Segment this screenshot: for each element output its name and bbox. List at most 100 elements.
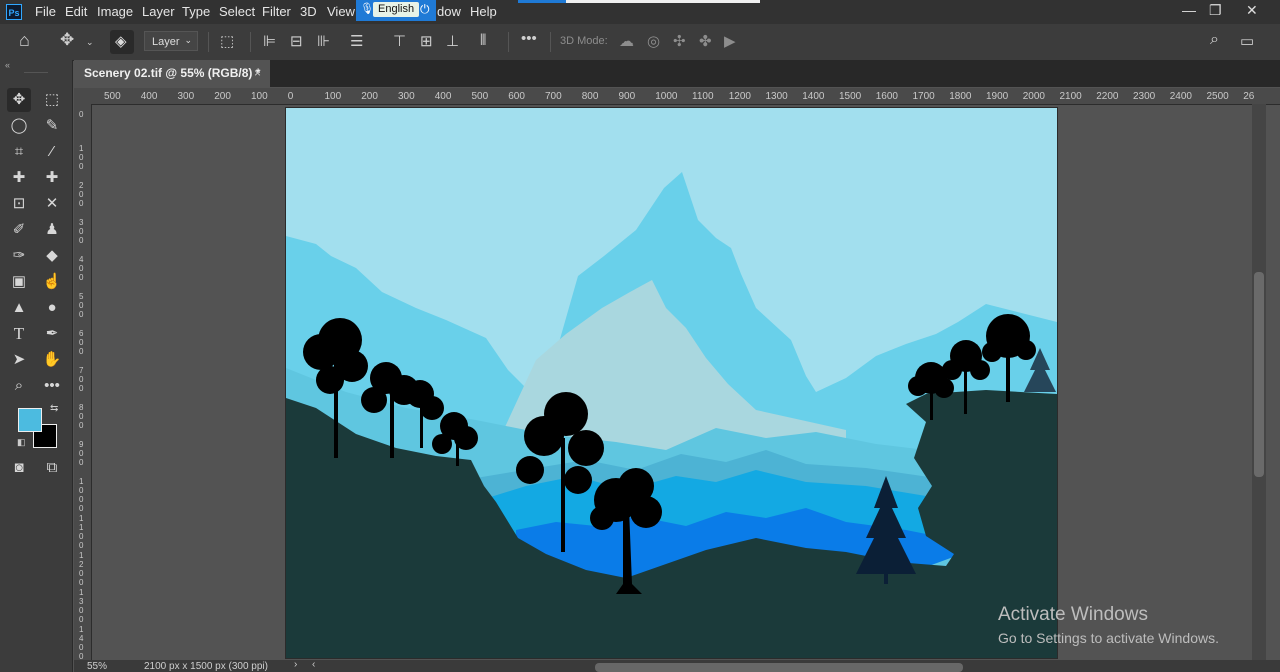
smudge-tool-icon[interactable]: ☝: [40, 270, 64, 294]
eraser-tool-icon[interactable]: ◆: [40, 244, 64, 268]
ruler-label: 1400: [79, 625, 84, 660]
hand-tool-icon[interactable]: ✋: [40, 348, 64, 372]
auto-select-toggle[interactable]: ◈: [110, 30, 134, 54]
ruler-label: 500: [79, 292, 84, 319]
horizontal-scroll-thumb[interactable]: [595, 663, 963, 672]
history-brush-tool-icon[interactable]: ✑: [7, 244, 31, 268]
align-right-icon[interactable]: ⊪: [317, 32, 330, 50]
ruler-tick-label: 1400: [802, 91, 825, 102]
dodge-tool-icon[interactable]: ●: [40, 296, 64, 320]
more-tools-icon[interactable]: •••: [40, 374, 64, 398]
distribute-icon[interactable]: ☰: [350, 32, 363, 50]
roll-3d-icon[interactable]: ◎: [647, 32, 660, 50]
microphone-icon[interactable]: 🎙: [360, 2, 374, 15]
menu-layer[interactable]: Layer: [142, 4, 175, 19]
move-tool-icon[interactable]: ✥: [7, 88, 31, 112]
clone-stamp-tool-icon[interactable]: ♟: [40, 218, 64, 242]
menu-3d[interactable]: 3D: [300, 4, 317, 19]
quick-mask-icon[interactable]: ◙: [7, 456, 31, 480]
document-canvas[interactable]: [286, 108, 1057, 658]
spot-healing-tool-icon[interactable]: ✚: [7, 166, 31, 190]
content-aware-move-tool-icon[interactable]: ✕: [40, 192, 64, 216]
minimize-icon[interactable]: —: [1182, 2, 1196, 18]
menu-image[interactable]: Image: [97, 4, 133, 19]
brush-tool-icon[interactable]: ✐: [7, 218, 31, 242]
default-colors-icon[interactable]: ◧: [17, 437, 26, 448]
vertical-ruler[interactable]: 0 100 200 300 400 500 600 700 800 900 10…: [74, 104, 92, 660]
horizontal-ruler[interactable]: 500 400 300 200 100 0 100 200 300 400 500 600 700 800…: [92, 88, 1280, 105]
ruler-tick-label: 2400: [1169, 91, 1192, 102]
align-top-icon[interactable]: ⊤: [393, 32, 406, 50]
divider: [208, 32, 209, 52]
chevron-left-icon[interactable]: ‹: [312, 659, 315, 670]
pen-tool-icon[interactable]: ✒: [40, 322, 64, 346]
gradient-tool-icon[interactable]: ▣: [7, 270, 31, 294]
document-tab-title: Scenery 02.tif @ 55% (RGB/8) *: [84, 66, 261, 80]
more-options-icon[interactable]: •••: [521, 30, 537, 47]
align-center-icon[interactable]: ⊟: [290, 32, 303, 50]
home-icon[interactable]: ⌂: [19, 30, 30, 51]
move-tool-icon[interactable]: ✥: [60, 30, 74, 50]
ruler-tick-label: 200: [361, 91, 378, 102]
crop-tool-icon[interactable]: ⌗: [7, 140, 31, 164]
transform-controls-icon[interactable]: ⬚: [220, 32, 234, 50]
power-icon[interactable]: ⏻: [420, 2, 430, 17]
align-middle-icon[interactable]: ⊞: [420, 32, 433, 50]
healing-brush-tool-icon[interactable]: ✚: [40, 166, 64, 190]
ruler-tick-label: 1700: [912, 91, 935, 102]
slide-3d-icon[interactable]: ✤: [699, 32, 712, 50]
close-tab-icon[interactable]: ×: [254, 60, 261, 87]
auto-select-target-dropdown[interactable]: Layer ⌄: [144, 31, 198, 51]
frame-tool-icon[interactable]: ⊡: [7, 192, 31, 216]
distribute-vertical-icon[interactable]: ⫴: [480, 32, 486, 49]
language-toolbar[interactable]: 🎙 English ⏻: [356, 0, 436, 21]
align-bottom-icon[interactable]: ⊥: [446, 32, 459, 50]
chevron-down-icon: ⌄: [184, 35, 192, 45]
swap-colors-icon[interactable]: ⇆: [50, 403, 58, 414]
photoshop-logo[interactable]: Ps: [6, 4, 22, 20]
menu-file[interactable]: File: [35, 4, 56, 19]
quick-select-tool-icon[interactable]: ✎: [40, 114, 64, 138]
menu-help[interactable]: Help: [470, 4, 497, 19]
scale-3d-icon[interactable]: ▶: [724, 32, 736, 50]
eyedropper-tool-icon[interactable]: ⁄: [40, 140, 64, 164]
chevron-down-icon[interactable]: ⌄: [86, 37, 94, 48]
sharpen-tool-icon[interactable]: ▲: [7, 296, 31, 320]
restore-icon[interactable]: ❐: [1209, 2, 1222, 19]
menu-select[interactable]: Select: [219, 4, 255, 19]
ruler-tick-label: 2100: [1059, 91, 1082, 102]
vertical-scroll-thumb[interactable]: [1254, 272, 1264, 477]
zoom-level[interactable]: 55%: [87, 661, 107, 672]
close-window-icon[interactable]: ✕: [1246, 2, 1258, 19]
pan-3d-icon[interactable]: ✣: [673, 32, 686, 50]
ruler-origin[interactable]: [74, 88, 92, 104]
type-tool-icon[interactable]: T: [7, 322, 31, 346]
document-info[interactable]: 2100 px x 1500 px (300 ppi): [144, 661, 268, 672]
menu-type[interactable]: Type: [182, 4, 210, 19]
marquee-tool-icon[interactable]: ⬚: [40, 88, 64, 112]
foreground-color-swatch[interactable]: [18, 408, 42, 432]
activate-windows-title: Activate Windows: [998, 604, 1148, 625]
menu-filter[interactable]: Filter: [262, 4, 291, 19]
menu-window[interactable]: dow: [437, 4, 461, 19]
menu-view[interactable]: View: [327, 4, 355, 19]
lasso-tool-icon[interactable]: ◯: [7, 114, 31, 138]
align-left-icon[interactable]: ⊫: [263, 32, 276, 50]
panel-grip[interactable]: [24, 72, 48, 73]
path-selection-tool-icon[interactable]: ➤: [7, 348, 31, 372]
collapse-panel-icon[interactable]: «: [5, 60, 10, 70]
menu-edit[interactable]: Edit: [65, 4, 87, 19]
window-stripe: [518, 0, 566, 3]
ruler-tick-label: 800: [581, 91, 599, 102]
zoom-tool-icon[interactable]: ⌕: [7, 374, 31, 398]
ruler-tick-label: 1200: [728, 91, 751, 102]
chevron-right-icon[interactable]: ›: [294, 659, 297, 670]
screen-mode-icon[interactable]: ⧉: [40, 456, 64, 480]
ruler-label: 0: [79, 110, 84, 119]
orbit-3d-icon[interactable]: ☁: [619, 32, 634, 50]
document-tab[interactable]: Scenery 02.tif @ 55% (RGB/8) * ×: [74, 60, 270, 87]
ruler-label: 1300: [79, 588, 84, 624]
language-label[interactable]: English: [373, 2, 420, 17]
workspace-icon[interactable]: ▭: [1240, 32, 1254, 50]
search-icon[interactable]: ⌕: [1210, 31, 1219, 49]
